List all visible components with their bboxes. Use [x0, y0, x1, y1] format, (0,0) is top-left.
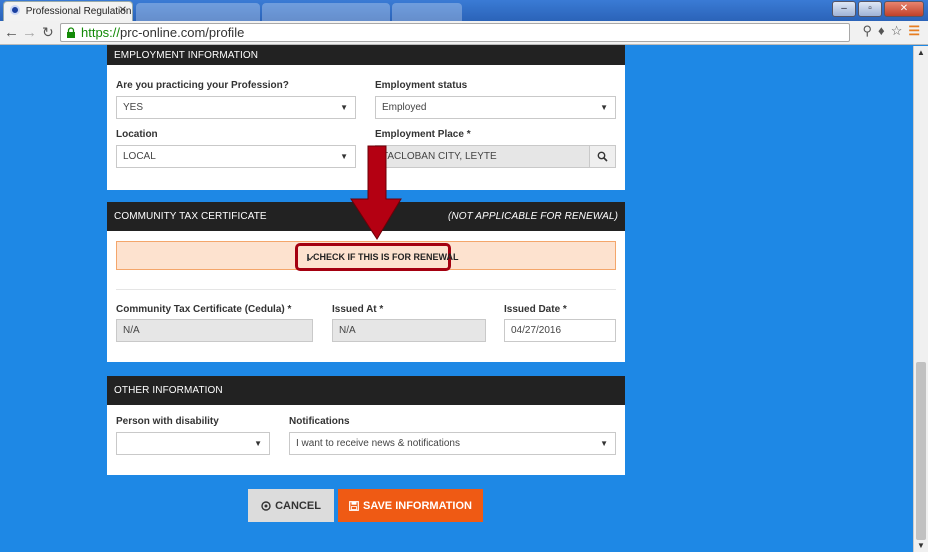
place-label: Employment Place *: [375, 129, 471, 140]
renewal-band: CHECK IF THIS IS FOR RENEWAL: [116, 241, 616, 271]
practicing-value: YES: [123, 102, 144, 113]
caret-down-icon: ▼: [340, 152, 348, 161]
page-scrollbar[interactable]: ▲ ▼: [913, 46, 928, 552]
cedula-label: Community Tax Certificate (Cedula) *: [116, 304, 292, 315]
practicing-label: Are you practicing your Profession?: [116, 80, 289, 91]
browser-titlebar: Professional Regulation C ✕ – ▫ ✕: [0, 0, 928, 21]
other-header: OTHER INFORMATION: [107, 376, 625, 405]
url-protocol: https://: [81, 25, 121, 40]
lock-icon: [67, 27, 75, 38]
notifications-value: I want to receive news & notifications: [296, 438, 460, 449]
place-search-button[interactable]: [589, 146, 615, 167]
browser-tab-4[interactable]: [392, 3, 462, 21]
minimize-icon[interactable]: –: [832, 1, 856, 17]
browser-tab-active[interactable]: Professional Regulation C ✕: [3, 1, 133, 21]
browser-tab-2[interactable]: [136, 3, 260, 21]
renewal-checkbox-label: CHECK IF THIS IS FOR RENEWAL: [313, 252, 459, 262]
search-icon: [597, 151, 608, 162]
issued-at-label: Issued At *: [332, 304, 384, 315]
save-floppy-icon: [349, 500, 359, 511]
practicing-select[interactable]: YES ▼: [116, 96, 356, 119]
window-controls: – ▫ ✕: [832, 1, 924, 17]
section-divider: [116, 289, 616, 290]
ctc-header-note: (NOT APPLICABLE FOR RENEWAL): [447, 211, 618, 222]
maximize-icon[interactable]: ▫: [858, 1, 882, 17]
cancel-circle-icon: [261, 500, 271, 511]
issued-at-value: N/A: [339, 325, 356, 336]
renewal-checkbox[interactable]: [307, 253, 309, 261]
other-section: Person with disability ▼ Notifications I…: [107, 405, 625, 475]
disability-label: Person with disability: [116, 416, 219, 427]
employment-header: EMPLOYMENT INFORMATION: [107, 45, 625, 65]
caret-down-icon: ▼: [254, 439, 262, 448]
cedula-value: N/A: [123, 325, 140, 336]
zoom-icon[interactable]: ⚲: [863, 23, 873, 39]
issued-date-value: 04/27/2016: [511, 325, 562, 336]
ctc-section: CHECK IF THIS IS FOR RENEWAL Community T…: [107, 231, 625, 362]
bookmark-star-icon[interactable]: ☆: [891, 23, 903, 39]
toolbar-right-icons: ⚲ ♦ ☆ ☰: [863, 23, 920, 39]
location-value: LOCAL: [123, 151, 156, 162]
save-label: SAVE INFORMATION: [363, 499, 472, 512]
back-icon[interactable]: ←: [4, 24, 19, 41]
disability-select[interactable]: ▼: [116, 432, 270, 455]
menu-icon[interactable]: ☰: [908, 23, 920, 39]
status-value: Employed: [382, 102, 427, 113]
address-bar[interactable]: https://prc-online.com/profile: [60, 23, 850, 42]
issued-date-input[interactable]: 04/27/2016: [504, 319, 616, 342]
status-label: Employment status: [375, 80, 468, 91]
scroll-up-icon[interactable]: ▲: [917, 48, 925, 57]
place-value: TACLOBAN CITY, LEYTE: [382, 151, 497, 162]
cedula-input[interactable]: N/A: [116, 319, 313, 342]
employment-header-title: EMPLOYMENT INFORMATION: [114, 49, 259, 61]
url-path: prc-online.com/profile: [120, 25, 245, 40]
employment-place-input[interactable]: TACLOBAN CITY, LEYTE: [375, 145, 616, 168]
other-header-title: OTHER INFORMATION: [114, 385, 223, 396]
location-label: Location: [116, 129, 158, 140]
employment-section: Are you practicing your Profession? YES …: [107, 65, 625, 190]
scroll-down-icon[interactable]: ▼: [917, 541, 925, 550]
caret-down-icon: ▼: [340, 103, 348, 112]
tab-title: Professional Regulation C: [25, 6, 133, 17]
browser-tab-3[interactable]: [262, 3, 390, 21]
notifications-label: Notifications: [289, 416, 350, 427]
site-favicon-icon: [10, 5, 20, 15]
tab-close-icon[interactable]: ✕: [119, 5, 127, 16]
save-information-button[interactable]: SAVE INFORMATION: [338, 489, 483, 522]
ctc-header: COMMUNITY TAX CERTIFICATE (NOT APPLICABL…: [107, 202, 625, 231]
issued-at-input[interactable]: N/A: [332, 319, 486, 342]
cancel-label: CANCEL: [275, 499, 321, 512]
employment-status-select[interactable]: Employed ▼: [375, 96, 616, 119]
cancel-button[interactable]: CANCEL: [248, 489, 334, 522]
notifications-select[interactable]: I want to receive news & notifications ▼: [289, 432, 616, 455]
close-window-icon[interactable]: ✕: [884, 1, 924, 17]
scrollbar-thumb[interactable]: [916, 362, 926, 540]
forward-icon[interactable]: →: [22, 24, 37, 41]
issued-date-label: Issued Date *: [504, 304, 567, 315]
browser-toolbar: ← → ↻ https://prc-online.com/profile ⚲ ♦…: [0, 21, 928, 45]
ctc-header-title: COMMUNITY TAX CERTIFICATE: [114, 211, 267, 222]
extension-icon[interactable]: ♦: [878, 23, 885, 39]
caret-down-icon: ▼: [600, 439, 608, 448]
caret-down-icon: ▼: [600, 103, 608, 112]
reload-icon[interactable]: ↻: [42, 24, 54, 41]
location-select[interactable]: LOCAL ▼: [116, 145, 356, 168]
renewal-checkbox-highlight[interactable]: CHECK IF THIS IS FOR RENEWAL: [295, 243, 459, 271]
